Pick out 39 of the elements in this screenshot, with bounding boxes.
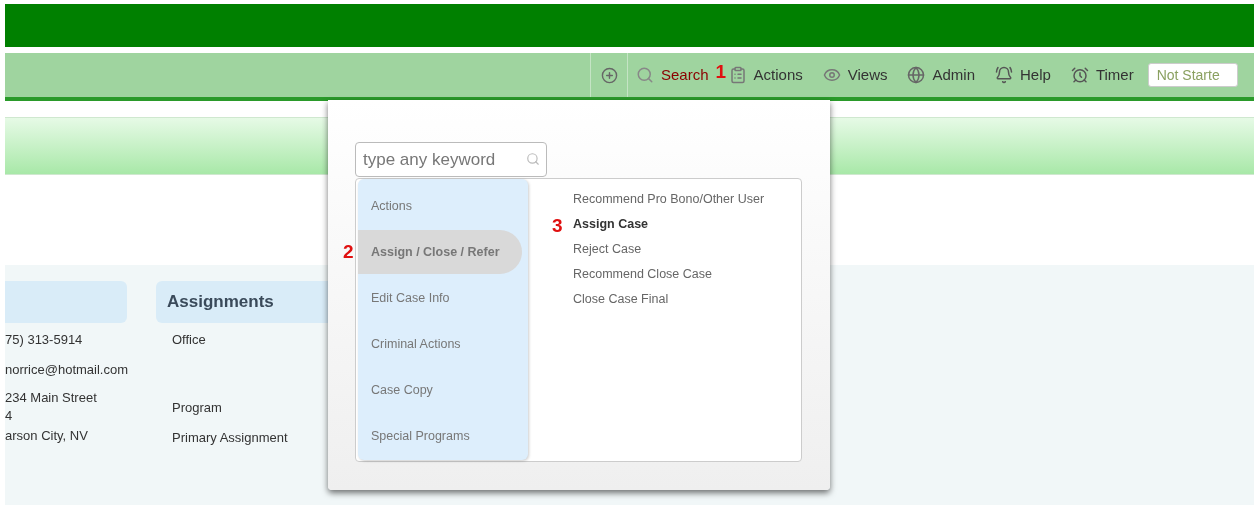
category-tab[interactable]: Special Programs	[358, 414, 522, 458]
toolbar-button[interactable]: Views	[822, 63, 888, 87]
section-title: Assignments	[167, 291, 274, 314]
keyword-field[interactable]: type any keyword	[355, 142, 547, 177]
search-icon	[526, 152, 540, 166]
clipboard-icon	[728, 66, 747, 84]
assignment-label: Primary Assignment	[171, 429, 289, 447]
add-button[interactable]	[600, 66, 618, 84]
assignment-label: Office	[171, 331, 207, 349]
action-link[interactable]: Assign Case	[573, 215, 649, 234]
toolbar-button[interactable]: Timer	[1070, 63, 1134, 87]
assignment-label: Program	[171, 399, 223, 417]
toolbar-button[interactable]: Admin	[907, 63, 975, 87]
toolbar-button[interactable]: Search	[636, 63, 709, 87]
step-number: 2	[343, 242, 354, 261]
toolbar-button[interactable]: Actions	[728, 63, 803, 87]
contact-text: norrice@hotmail.com	[5, 361, 129, 379]
step-number: 1	[715, 61, 727, 81]
category-tab[interactable]: Case Copy	[358, 368, 522, 412]
search-icon	[636, 66, 654, 84]
plus-icon	[600, 66, 618, 84]
category-tab[interactable]: Actions	[358, 184, 522, 228]
action-link[interactable]: Close Case Final	[573, 290, 669, 309]
category-tab[interactable]: Edit Case Info	[358, 276, 522, 320]
category-tab[interactable]: Assign / Close / Refer	[358, 230, 522, 274]
category-tab[interactable]: Criminal Actions	[358, 322, 522, 366]
toolbar-button[interactable]: Help	[995, 63, 1051, 87]
contact-text: 75) 313-5914	[5, 331, 84, 349]
step-number: 3	[552, 216, 563, 235]
alarm-clock-icon	[1070, 66, 1089, 84]
globe-icon	[907, 66, 926, 84]
eye-icon	[822, 66, 841, 84]
bell-icon	[995, 66, 1013, 84]
contact-text: 4	[5, 407, 14, 425]
action-link[interactable]: Reject Case	[573, 240, 642, 259]
contact-text: 234 Main Street	[5, 389, 98, 407]
action-link[interactable]: Recommend Close Case	[573, 265, 712, 284]
contact-text: arson City, NV	[5, 427, 89, 445]
action-link[interactable]: Recommend Pro Bono/Other User	[573, 190, 765, 209]
